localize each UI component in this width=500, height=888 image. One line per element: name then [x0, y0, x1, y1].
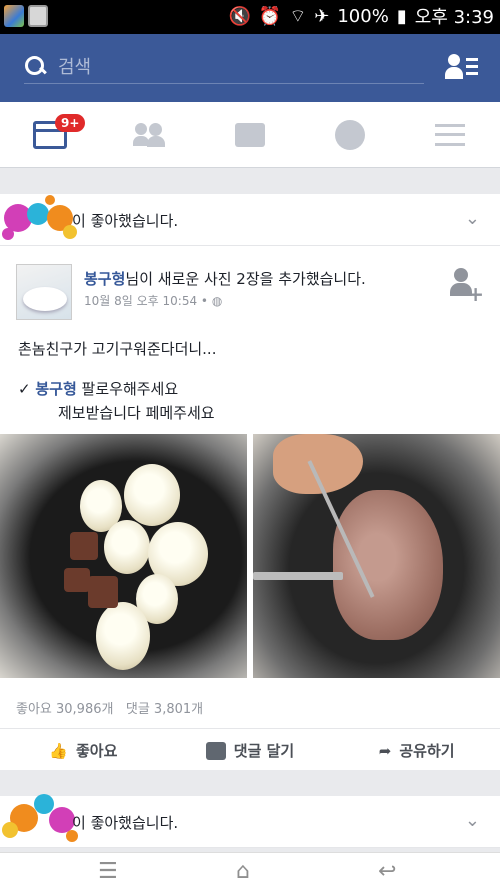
- comment-button[interactable]: 댓글 달기: [167, 729, 334, 772]
- alarm-icon: ⏰: [258, 5, 282, 27]
- search-bar[interactable]: 검색: [24, 48, 424, 84]
- friends-icon: [133, 122, 167, 147]
- friend-requests-icon[interactable]: [445, 54, 478, 80]
- airplane-icon: ✈: [314, 5, 330, 27]
- post-action-text: 님이 새로운 사진 2장을 추가했습니다.: [125, 270, 366, 288]
- story-text: 이 좋아했습니다.: [72, 212, 179, 230]
- post-card: 봉구형님이 새로운 사진 2장을 추가했습니다. 10월 8일 오후 10:54…: [0, 246, 500, 770]
- tab-notifications[interactable]: [300, 102, 400, 167]
- avatar[interactable]: [16, 264, 72, 320]
- liked-story-header[interactable]: 이 좋아했습니다. ⌄: [0, 794, 500, 848]
- chevron-down-icon[interactable]: ⌄: [465, 208, 480, 229]
- home-icon[interactable]: ⌂: [236, 859, 250, 884]
- like-count[interactable]: 좋아요 30,986개: [16, 702, 113, 717]
- status-bar: 🔇 ⏰ ⌔ ✈ 100% ▮ 오후 3:39: [0, 0, 500, 34]
- reaction-counts[interactable]: 좋아요 30,986개 댓글 3,801개: [16, 698, 203, 717]
- post-actions: 👍 좋아요 댓글 달기 ➦ 공유하기: [0, 728, 500, 772]
- thumbs-up-icon: 👍: [49, 741, 68, 760]
- comment-icon: [205, 741, 226, 760]
- clock: 오후 3:39: [414, 7, 494, 28]
- story-text: 이 좋아했습니다.: [72, 814, 179, 832]
- top-bar: 검색: [0, 34, 500, 102]
- menu-icon: [435, 123, 465, 146]
- globe-icon: [335, 119, 365, 150]
- app-notification-icon: [4, 5, 24, 27]
- battery-icon: ▮: [396, 5, 407, 27]
- post-photo[interactable]: [253, 434, 500, 678]
- globe-icon: ◍: [211, 294, 223, 308]
- tab-menu[interactable]: [400, 102, 500, 167]
- search-input[interactable]: 검색: [58, 53, 91, 79]
- post-date[interactable]: 10월 8일 오후 10:54: [84, 294, 197, 308]
- recent-apps-icon[interactable]: ☰: [98, 859, 118, 884]
- share-icon: ➦: [378, 741, 392, 760]
- tab-bar: 9+: [0, 102, 500, 168]
- mention-link[interactable]: 봉구형: [35, 380, 76, 398]
- search-icon: [24, 55, 46, 77]
- author-name[interactable]: 봉구형: [84, 270, 125, 288]
- system-nav-bar: ☰ ⌂ ↩: [0, 852, 500, 888]
- notification-badge: 9+: [55, 114, 86, 132]
- like-button[interactable]: 👍 좋아요: [0, 729, 167, 772]
- wifi-icon: ⌔: [289, 5, 307, 27]
- battery-level: 100%: [337, 5, 389, 27]
- post-body-line-2: ✓ 봉구형 팔로우해주세요: [18, 380, 179, 398]
- post-body-line-1: 촌놈친구가 고기구워준다더니...: [18, 340, 217, 358]
- post-body-line-3: 제보받습니다 페메주세요: [58, 404, 215, 422]
- liked-story-header[interactable]: 이 좋아했습니다. ⌄: [0, 194, 500, 246]
- app-notification-icon: [28, 5, 48, 27]
- comment-count[interactable]: 댓글 3,801개: [126, 702, 203, 717]
- add-friend-icon[interactable]: +: [450, 268, 484, 306]
- post-meta: 10월 8일 오후 10:54 • ◍: [84, 294, 223, 308]
- tab-friends[interactable]: [100, 102, 200, 167]
- back-icon[interactable]: ↩: [378, 859, 396, 884]
- share-button[interactable]: ➦ 공유하기: [333, 729, 500, 772]
- tab-news-feed[interactable]: 9+: [0, 102, 100, 167]
- tab-messages[interactable]: [200, 102, 300, 167]
- silent-icon: 🔇: [228, 5, 251, 27]
- chat-icon: [235, 122, 265, 147]
- chevron-down-icon[interactable]: ⌄: [465, 810, 480, 831]
- post-photo[interactable]: [0, 434, 247, 678]
- photo-grid: [0, 434, 500, 678]
- post-header: 봉구형님이 새로운 사진 2장을 추가했습니다.: [84, 268, 366, 289]
